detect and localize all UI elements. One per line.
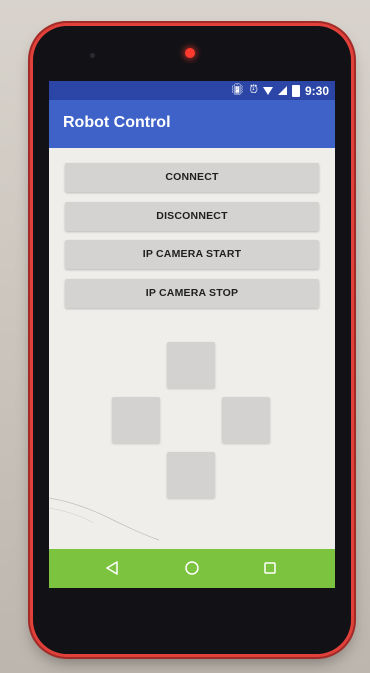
sensor-dot [90,53,95,58]
app-bar: Robot Control [49,100,335,148]
home-icon [185,561,199,575]
dpad-right-button[interactable] [222,397,270,443]
phone-screen: 📳︎ ⏰︎ 9:30 Robot Control CONNECT DISCONN… [49,81,335,588]
recent-apps-button[interactable] [259,557,281,579]
navigation-bar [49,549,335,588]
app-title: Robot Control [63,114,171,131]
wifi-icon [262,86,273,95]
ip-camera-stop-button[interactable]: IP CAMERA STOP [65,279,319,308]
back-button[interactable] [101,557,123,579]
dpad-down-button[interactable] [167,452,215,498]
connect-button[interactable]: CONNECT [65,163,319,192]
home-button[interactable] [181,557,203,579]
alarm-icon: ⏰︎ [249,84,258,96]
status-time: 9:30 [304,83,329,98]
dpad-left-button[interactable] [112,397,160,443]
disconnect-button[interactable]: DISCONNECT [65,202,319,231]
recent-apps-icon [264,562,276,574]
back-icon [106,561,118,575]
dpad-up-button[interactable] [167,342,215,388]
status-bar: 📳︎ ⏰︎ 9:30 [49,81,335,100]
signal-icon [277,86,287,95]
main-content: CONNECT DISCONNECT IP CAMERA START IP CA… [49,148,335,549]
front-camera [185,48,195,58]
ip-camera-start-button[interactable]: IP CAMERA START [65,240,319,269]
battery-icon [291,84,300,97]
status-icons: 📳︎ ⏰︎ 9:30 [230,83,329,98]
vibrate-icon: 📳︎ [230,84,245,96]
